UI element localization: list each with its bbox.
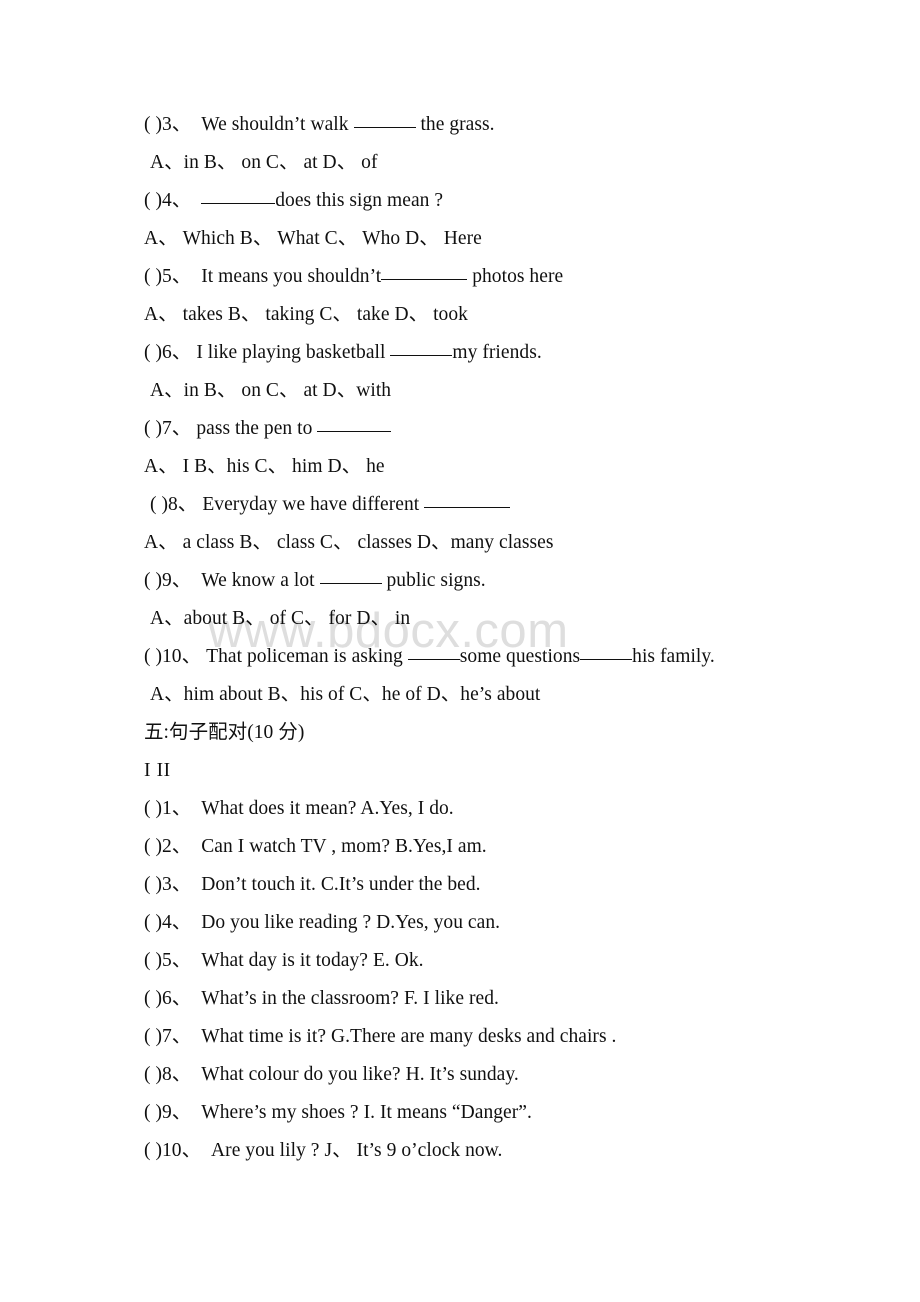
- question-stem: ( )3、 We shouldn’t walk the grass.: [144, 106, 844, 144]
- answer-blank: [381, 266, 468, 280]
- answer-blank: [201, 190, 276, 204]
- question-options: A、him about B、his of C、he of D、he’s abou…: [150, 684, 541, 705]
- question-stem: ( )10、 That policeman is asking some que…: [144, 638, 844, 676]
- question-options: A、 takes B、 taking C、 take D、 took: [144, 304, 468, 325]
- match-right: I. It means “Danger”.: [363, 1102, 532, 1123]
- match-left: Where’s my shoes ?: [201, 1102, 359, 1123]
- question-options: A、in B、 on C、 at D、with: [150, 380, 392, 401]
- question-marker: ( )6、: [144, 342, 192, 363]
- match-left: What’s in the classroom?: [201, 988, 400, 1009]
- question-marker: ( )9、: [144, 570, 192, 591]
- question-options: A、 a class B、 class C、 classes D、many cl…: [144, 532, 554, 553]
- question-stem: ( )4、 does this sign mean ?: [144, 182, 844, 220]
- match-marker: ( )9、: [144, 1102, 192, 1123]
- match-right: F. I like red.: [403, 988, 499, 1009]
- match-left: Are you lily ?: [211, 1140, 320, 1161]
- question-text: That policeman is asking: [206, 646, 403, 667]
- answer-blank-2: [580, 646, 633, 660]
- question-text-mid: some questions: [459, 646, 581, 667]
- match-left: What time is it?: [201, 1026, 327, 1047]
- question-stem: ( )5、 It means you shouldn’t photos here: [144, 258, 844, 296]
- match-right: D.Yes, you can.: [376, 912, 501, 933]
- match-marker: ( )3、: [144, 874, 192, 895]
- match-right: A.Yes, I do.: [360, 798, 454, 819]
- question-options: A、 I B、his C、 him D、 he: [144, 456, 385, 477]
- question-marker: ( )3、: [144, 114, 192, 135]
- question-options: A、about B、 of C、 for D、 in: [150, 608, 411, 629]
- match-marker: ( )5、: [144, 950, 192, 971]
- question-marker: ( )7、: [144, 418, 192, 439]
- match-right: C.It’s under the bed.: [320, 874, 481, 895]
- match-marker: ( )8、: [144, 1064, 192, 1085]
- question-text: It means you shouldn’t: [201, 266, 382, 287]
- question-stem: ( )6、 I like playing basketball my frien…: [144, 334, 844, 372]
- document-body: ( )3、 We shouldn’t walk the grass. A、in …: [144, 106, 844, 1170]
- section-heading: 五:句子配对(10 分): [144, 722, 305, 743]
- question-text-tail: photos here: [472, 266, 564, 287]
- question-text-tail: public signs.: [386, 570, 486, 591]
- columns-label: I II: [144, 760, 171, 781]
- question-options: A、in B、 on C、 at D、 of: [150, 152, 378, 173]
- match-item: ( )5、 What day is it today? E. Ok.: [144, 942, 844, 980]
- match-marker: ( )6、: [144, 988, 192, 1009]
- question-text-tail: the grass.: [420, 114, 495, 135]
- question-marker: ( )10、: [144, 646, 202, 667]
- question-text: pass the pen to: [196, 418, 313, 439]
- question-stem: ( )7、 pass the pen to: [144, 410, 844, 448]
- question-stem: ( )9、 We know a lot public signs.: [144, 562, 844, 600]
- question-text-tail: his family.: [632, 646, 715, 667]
- answer-blank: [424, 494, 511, 508]
- question-marker: ( )4、: [144, 190, 192, 211]
- match-item: ( )6、 What’s in the classroom? F. I like…: [144, 980, 844, 1018]
- match-marker: ( )2、: [144, 836, 192, 857]
- match-right: B.Yes,I am.: [394, 836, 487, 857]
- match-item: ( )1、 What does it mean? A.Yes, I do.: [144, 790, 844, 828]
- match-marker: ( )1、: [144, 798, 192, 819]
- answer-blank: [390, 342, 453, 356]
- match-left: Do you like reading ?: [201, 912, 372, 933]
- match-right: H. It’s sunday.: [405, 1064, 519, 1085]
- question-text: Everyday we have different: [202, 494, 420, 515]
- question-marker: ( )8、: [150, 494, 198, 515]
- question-text: We shouldn’t walk: [201, 114, 349, 135]
- match-right: E. Ok.: [372, 950, 424, 971]
- match-item: ( )10、 Are you lily ? J、 It’s 9 o’clock …: [144, 1132, 844, 1170]
- question-text: We know a lot: [201, 570, 315, 591]
- question-options: A、 Which B、 What C、 Who D、 Here: [144, 228, 482, 249]
- match-marker: ( )10、: [144, 1140, 202, 1161]
- question-text-tail: does this sign mean ?: [275, 190, 444, 211]
- match-item: ( )2、 Can I watch TV , mom? B.Yes,I am.: [144, 828, 844, 866]
- document-page: www.bdocx.com ( )3、 We shouldn’t walk th…: [0, 0, 920, 1302]
- match-left: What day is it today?: [201, 950, 368, 971]
- match-left: What colour do you like?: [201, 1064, 401, 1085]
- question-text: I like playing basketball: [196, 342, 386, 363]
- answer-blank: [353, 114, 416, 128]
- question-marker: ( )5、: [144, 266, 192, 287]
- match-left: What does it mean?: [201, 798, 357, 819]
- match-item: ( )4、 Do you like reading ? D.Yes, you c…: [144, 904, 844, 942]
- match-item: ( )9、 Where’s my shoes ? I. It means “Da…: [144, 1094, 844, 1132]
- question-text-tail: my friends.: [452, 342, 542, 363]
- match-item: ( )8、 What colour do you like? H. It’s s…: [144, 1056, 844, 1094]
- match-left: Don’t touch it.: [201, 874, 316, 895]
- match-item: ( )7、 What time is it? G.There are many …: [144, 1018, 844, 1056]
- match-marker: ( )4、: [144, 912, 192, 933]
- match-right: J、 It’s 9 o’clock now.: [324, 1140, 503, 1161]
- match-marker: ( )7、: [144, 1026, 192, 1047]
- answer-blank: [317, 418, 392, 432]
- answer-blank: [319, 570, 382, 584]
- match-left: Can I watch TV , mom?: [201, 836, 391, 857]
- question-stem: ( )8、 Everyday we have different: [144, 486, 844, 524]
- answer-blank: [407, 646, 460, 660]
- match-item: ( )3、 Don’t touch it. C.It’s under the b…: [144, 866, 844, 904]
- match-right: G.There are many desks and chairs .: [330, 1026, 617, 1047]
